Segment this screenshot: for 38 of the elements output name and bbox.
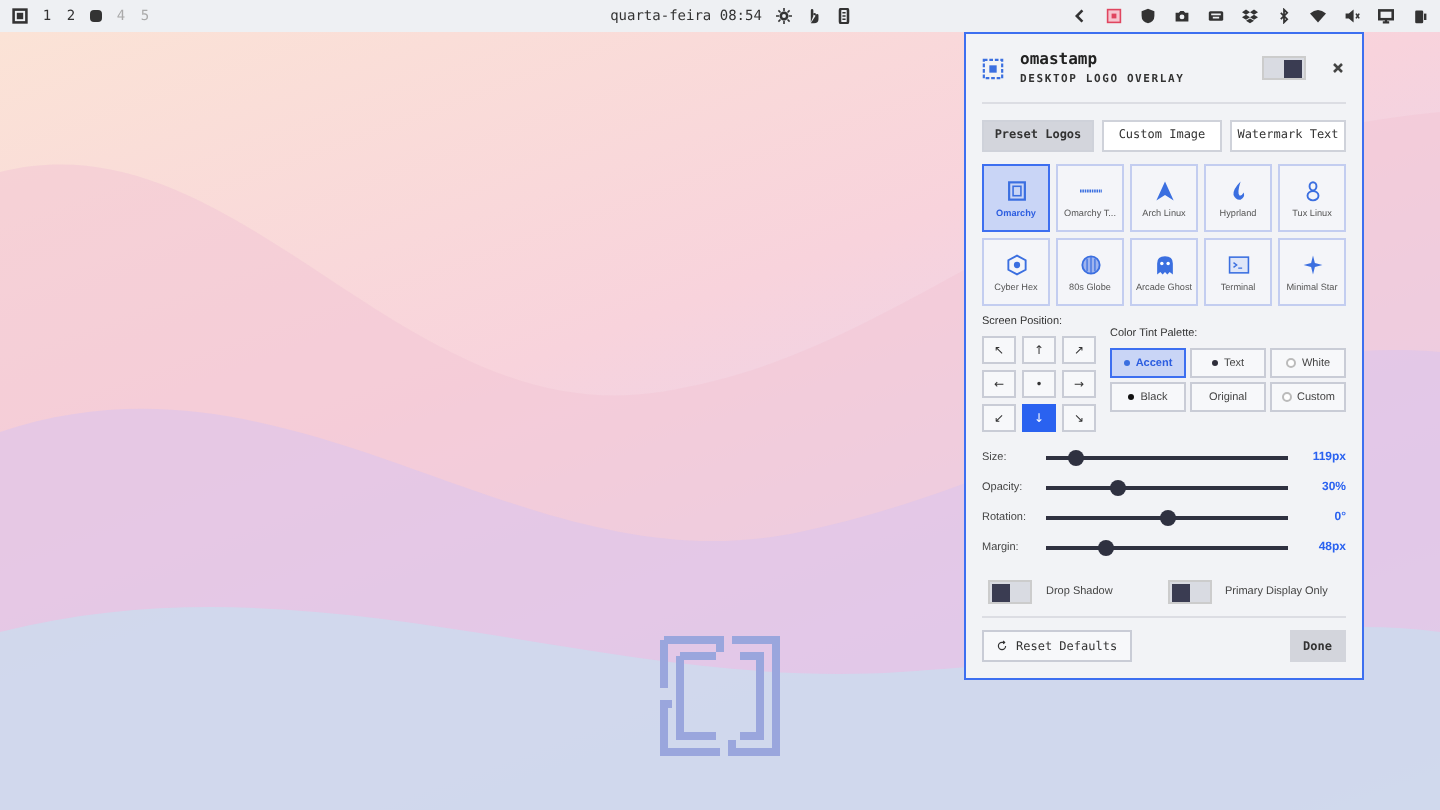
- stamp-icon: [982, 57, 1004, 79]
- workspace-button[interactable]: [90, 8, 102, 24]
- square-logo-icon: [1005, 179, 1027, 201]
- dropbox-icon[interactable]: [1241, 8, 1258, 24]
- slider-thumb[interactable]: [1098, 539, 1115, 555]
- window-icon[interactable]: [12, 8, 28, 24]
- keyboard-icon[interactable]: [1207, 8, 1224, 24]
- refresh-icon: [996, 640, 1008, 652]
- bluetooth-icon[interactable]: [1275, 8, 1292, 24]
- hexagon-icon: [1005, 253, 1027, 275]
- shield-icon[interactable]: [1139, 8, 1156, 24]
- circle-icon: [1281, 392, 1292, 402]
- battery-icon[interactable]: [1411, 8, 1428, 24]
- toggle-switch[interactable]: [1167, 580, 1211, 604]
- globe-icon: [1079, 253, 1101, 275]
- star-icon: [1301, 253, 1323, 275]
- slider-thumb[interactable]: [1110, 479, 1127, 495]
- enable-toggle[interactable]: [1262, 56, 1306, 80]
- slider-thumb[interactable]: [1067, 449, 1084, 465]
- camera-icon[interactable]: [1173, 8, 1190, 24]
- close-icon[interactable]: [1330, 60, 1346, 76]
- ghost-icon: [1153, 253, 1175, 275]
- logo-drawing: [660, 636, 780, 756]
- phone-icon[interactable]: [835, 8, 852, 24]
- toggle-switch[interactable]: [988, 580, 1032, 604]
- penguin-icon: [1301, 179, 1323, 201]
- hand-icon[interactable]: [805, 8, 822, 24]
- app-title: omastamp: [1020, 50, 1100, 68]
- terminal-icon: [1227, 253, 1249, 275]
- wifi-icon[interactable]: [1309, 8, 1326, 24]
- monitor-icon[interactable]: [1377, 8, 1394, 24]
- slider-thumb[interactable]: [1159, 509, 1175, 525]
- volume-icon[interactable]: [1343, 8, 1360, 24]
- record-icon[interactable]: [1105, 8, 1122, 24]
- chevron-left-icon[interactable]: [1071, 8, 1088, 24]
- circle-icon: [1285, 358, 1296, 368]
- triangle-logo-icon: [1153, 179, 1175, 201]
- sun-icon[interactable]: [775, 8, 792, 24]
